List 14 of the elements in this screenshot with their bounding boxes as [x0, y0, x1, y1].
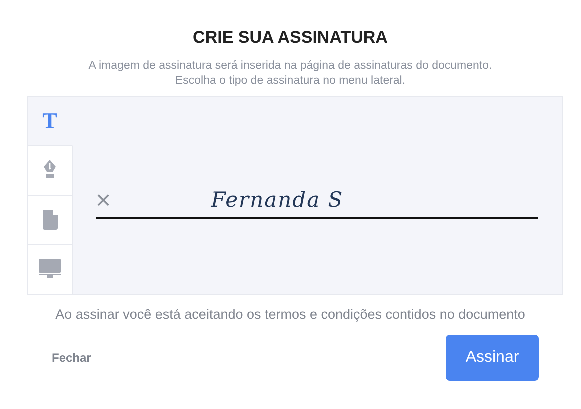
pen-nib-icon: [43, 160, 57, 180]
instruction-text: Escolha o tipo de assinatura no menu lateral.: [175, 75, 406, 87]
monitor-icon: [39, 259, 61, 280]
instruction-text: A imagem de assinatura será inserida na página de assinaturas do documento.: [88, 60, 492, 72]
sign-button[interactable]: Assinar: [446, 335, 539, 381]
clear-button[interactable]: ×: [96, 187, 112, 213]
dialog-title: CRIE SUA ASSINATURA: [192, 28, 389, 48]
screen-tab[interactable]: [28, 244, 73, 294]
close-button[interactable]: Fechar: [40, 347, 104, 369]
terms-text: Ao assinar você está aceitando os termos e condições contidos no documento: [54, 307, 526, 322]
draw-tab[interactable]: [28, 146, 73, 196]
upload-tab[interactable]: [28, 196, 73, 245]
signature-text: Fernanda S: [211, 188, 344, 212]
document-icon: [42, 210, 58, 230]
